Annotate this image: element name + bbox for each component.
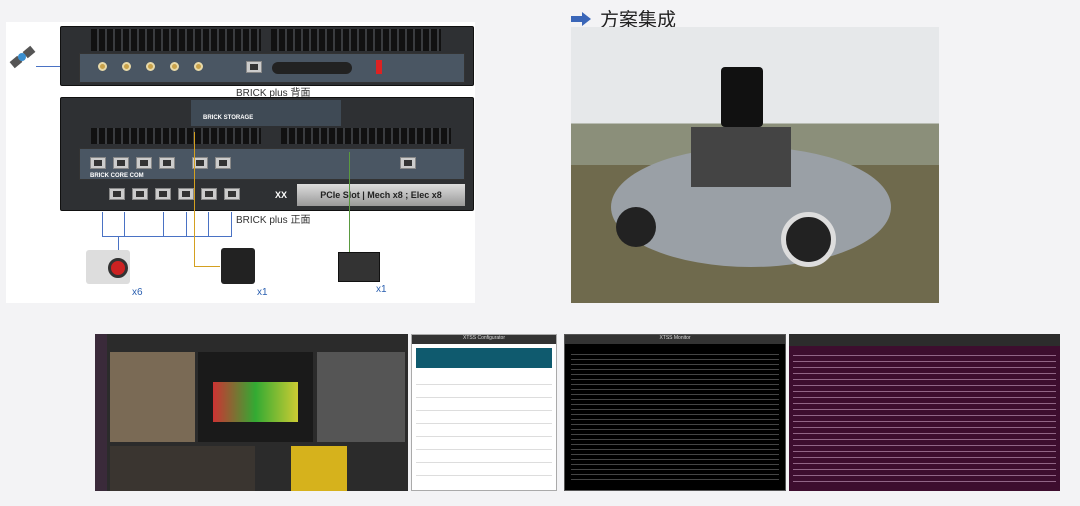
terminal-log-screenshot bbox=[789, 334, 1060, 491]
satellite-icon bbox=[9, 45, 36, 69]
camera-count: x6 bbox=[132, 287, 143, 298]
desktop-screenshot bbox=[95, 334, 408, 491]
lidar-image bbox=[221, 248, 255, 284]
lidar-count: x1 bbox=[257, 287, 268, 298]
front-panel: BRICK STORAGE BRICK CORE COM XX PCIe Slo… bbox=[60, 97, 474, 211]
pcie-slot-label: PCIe Slot | Mech x8 ; Elec x8 bbox=[320, 190, 442, 200]
rear-panel bbox=[60, 26, 474, 86]
monitor-screenshot: XTSS Monitor bbox=[564, 334, 786, 491]
storage-label: BRICK STORAGE bbox=[203, 115, 254, 121]
configurator-title: XTSS Configurator bbox=[412, 335, 556, 344]
arrow-right-icon bbox=[571, 11, 591, 26]
camera-image bbox=[86, 250, 130, 284]
board-image bbox=[338, 252, 380, 282]
board-count: x1 bbox=[376, 284, 387, 295]
front-caption: BRICK plus 正面 bbox=[236, 215, 311, 226]
slot-id: XX bbox=[275, 190, 288, 200]
monitor-title: XTSS Monitor bbox=[565, 335, 785, 344]
core-label: BRICK CORE COM bbox=[90, 173, 144, 179]
sensor-rig-photo bbox=[571, 27, 939, 303]
configurator-screenshot: XTSS Configurator bbox=[411, 334, 557, 491]
hardware-diagram: BRICK plus 背面 BRICK STORAGE BRICK CORE C… bbox=[6, 22, 475, 303]
